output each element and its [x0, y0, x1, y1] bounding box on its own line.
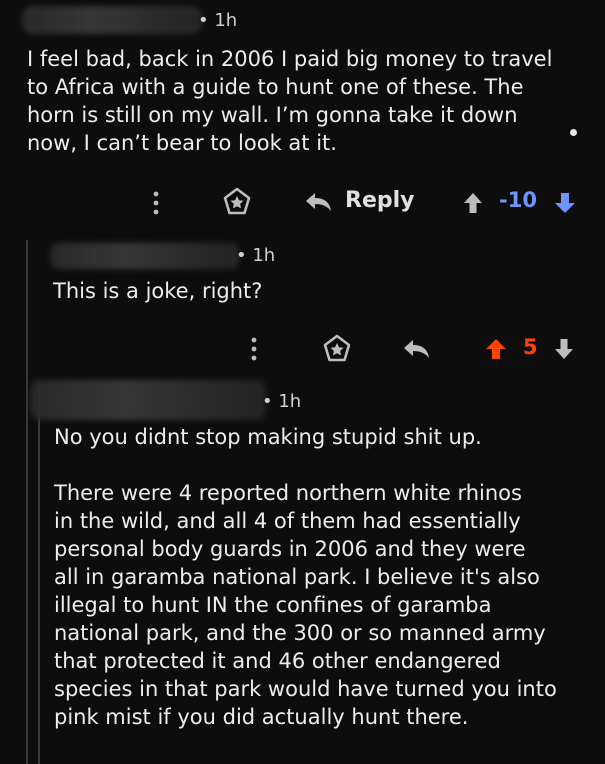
- comment-body: This is a joke, right?: [53, 277, 262, 305]
- comment-time: 1h: [252, 245, 276, 266]
- comment-line: There were 4 reported northern white rhi…: [54, 481, 522, 505]
- comment-line: I feel bad, back in 2006 I paid big mone…: [27, 47, 553, 71]
- comment-meta: • 1h: [262, 391, 302, 412]
- comment-line: all in garamba national park. I believe …: [54, 565, 540, 589]
- comment-line: to Africa with a guide to hunt one of th…: [27, 75, 524, 99]
- upvote-icon[interactable]: [462, 191, 484, 215]
- comment-line: in the wild, and all 4 of them had essen…: [54, 509, 521, 533]
- comment-line: species in that park would have turned y…: [54, 677, 557, 701]
- comment-time: 1h: [214, 10, 238, 31]
- comment-line: personal body guards in 2006 and they we…: [54, 537, 526, 561]
- comment-body: No you didnt stop making stupid shit up.…: [54, 423, 594, 731]
- dot-marker: [570, 129, 577, 136]
- comment-line: pink mist if you did actually hunt there…: [54, 705, 469, 729]
- more-icon[interactable]: [248, 336, 260, 362]
- downvote-icon[interactable]: [553, 337, 575, 361]
- comment-line: that protected it and 46 other endangere…: [54, 649, 501, 673]
- reply-icon[interactable]: [402, 337, 432, 361]
- comment-line: No you didnt stop making stupid shit up.: [54, 425, 482, 449]
- comment-line: [54, 451, 594, 479]
- comment-line: illegal to hunt IN the confines of garam…: [54, 593, 492, 617]
- vote-score: 5: [523, 335, 538, 359]
- vote-score: -10: [499, 188, 537, 212]
- comment-body: I feel bad, back in 2006 I paid big mone…: [27, 45, 587, 157]
- comment-line: national park, and the 300 or so manned …: [54, 621, 546, 645]
- downvote-icon[interactable]: [553, 191, 577, 215]
- redacted-username: [22, 6, 202, 34]
- comment-line: now, I can’t bear to look at it.: [27, 131, 337, 155]
- comment-time: 1h: [278, 391, 302, 412]
- comment-line: This is a joke, right?: [53, 279, 263, 303]
- more-icon[interactable]: [150, 190, 162, 216]
- comment-meta: • 1h: [236, 245, 276, 266]
- reply-icon[interactable]: [304, 190, 334, 214]
- thread-line-level-1[interactable]: [26, 240, 28, 764]
- reply-button[interactable]: Reply: [345, 188, 415, 213]
- redacted-username: [30, 380, 266, 420]
- comment-meta: • 1h: [198, 10, 238, 31]
- redacted-username: [50, 243, 240, 269]
- comment-line: horn is still on my wall. I’m gonna take…: [27, 103, 518, 127]
- thread-line-level-2[interactable]: [38, 386, 40, 764]
- award-icon[interactable]: [222, 187, 252, 217]
- award-icon[interactable]: [322, 334, 352, 364]
- upvote-icon[interactable]: [484, 337, 508, 361]
